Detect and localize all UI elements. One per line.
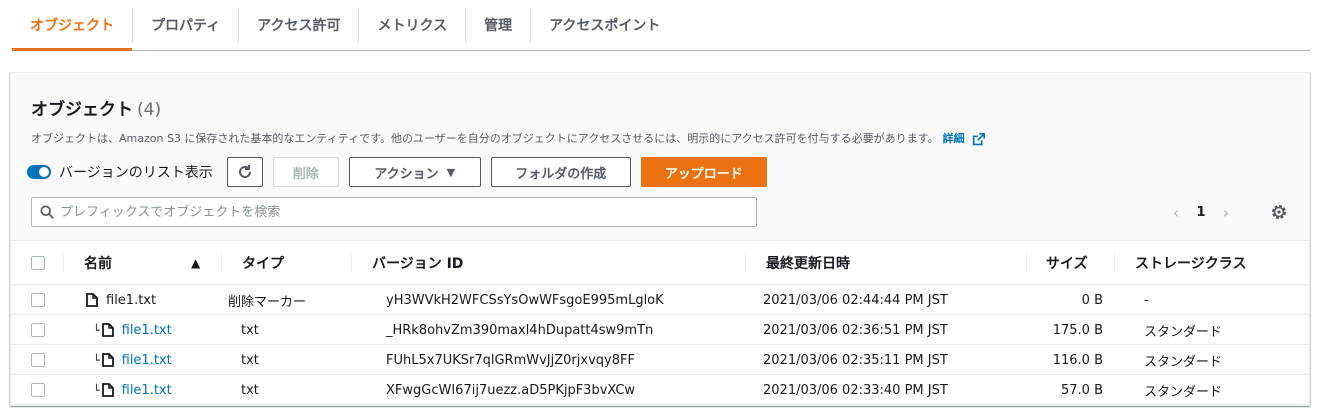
table-row: └ file1.txt txt XFwgGcWI67ij7uezz.aD5PKj… xyxy=(11,375,1309,405)
object-name: file1.txt xyxy=(106,292,157,308)
row-checkbox-cell[interactable] xyxy=(31,315,45,345)
row-checkbox[interactable] xyxy=(31,323,45,337)
file-icon xyxy=(101,383,114,397)
type-cell: 削除マーカー xyxy=(228,294,307,310)
panel-title: オブジェクト (4) xyxy=(31,95,161,120)
tab-metrics[interactable]: メトリクス xyxy=(359,0,465,50)
version-branch-icon: └ xyxy=(93,353,100,367)
size-cell: 116.0 B xyxy=(1052,352,1103,368)
column-divider xyxy=(1026,253,1027,273)
row-checkbox[interactable] xyxy=(31,293,45,307)
size-cell: 175.0 B xyxy=(1052,322,1103,338)
column-header-type[interactable]: タイプ xyxy=(242,241,284,285)
actions-button[interactable]: アクション ▼ xyxy=(348,157,481,187)
column-divider xyxy=(351,253,352,273)
column-divider xyxy=(1114,253,1115,273)
column-header-storage-class[interactable]: ストレージクラス xyxy=(1135,241,1246,285)
row-checkbox-cell[interactable] xyxy=(31,285,45,315)
row-checkbox[interactable] xyxy=(31,353,45,367)
size-cell: 57.0 B xyxy=(1061,382,1103,398)
storage-class-cell: スタンダード xyxy=(1144,324,1223,340)
caret-down-icon: ▼ xyxy=(446,165,456,179)
refresh-icon xyxy=(238,165,251,178)
object-count: (4) xyxy=(137,100,162,120)
tab-objects[interactable]: オブジェクト xyxy=(12,0,132,51)
create-folder-button[interactable]: フォルダの作成 xyxy=(490,157,631,187)
table-row: └ file1.txt txt FUhL5x7UKSr7qlGRmWvJjZ0r… xyxy=(11,345,1309,375)
tab-permissions[interactable]: アクセス許可 xyxy=(239,0,358,50)
delete-button[interactable]: 削除 xyxy=(272,157,339,187)
show-versions-toggle[interactable] xyxy=(27,165,51,179)
prev-page-icon[interactable]: ‹ xyxy=(1165,203,1187,222)
column-header-last-modified[interactable]: 最終更新日時 xyxy=(766,241,850,285)
next-page-icon[interactable]: › xyxy=(1215,203,1237,222)
last-modified-cell: 2021/03/06 02:36:51 PM JST xyxy=(763,322,948,338)
current-page[interactable]: 1 xyxy=(1187,205,1215,220)
name-cell: └ file1.txt xyxy=(93,345,172,375)
column-divider xyxy=(63,253,64,273)
row-checkbox-cell[interactable] xyxy=(31,375,45,405)
storage-class-cell: スタンダード xyxy=(1144,354,1223,370)
row-checkbox[interactable] xyxy=(31,383,45,397)
select-all-checkbox[interactable] xyxy=(31,256,45,270)
object-name-link[interactable]: file1.txt xyxy=(122,323,172,338)
tab-bar: オブジェクト プロパティ アクセス許可 メトリクス 管理 アクセスポイント xyxy=(12,0,1310,51)
version-id-cell: yH3WVkH2WFCSsYsOwWFsgoE995mLgloK xyxy=(386,292,664,308)
last-modified-cell: 2021/03/06 02:35:11 PM JST xyxy=(763,352,948,368)
panel-title-text: オブジェクト xyxy=(31,100,133,120)
sort-ascending-icon[interactable]: ▲ xyxy=(191,241,200,285)
file-icon xyxy=(86,293,98,307)
type-cell: txt xyxy=(241,322,259,338)
description-text: オブジェクトは、Amazon S3 に保存された基本的なエンティティです。他のユ… xyxy=(31,132,939,145)
column-header-size[interactable]: サイズ xyxy=(1046,241,1088,285)
table-header: 名前 ▲ タイプ バージョン ID 最終更新日時 サイズ ストレージクラス xyxy=(11,241,1309,285)
version-id-cell: FUhL5x7UKSr7qlGRmWvJjZ0rjxvqy8FF xyxy=(386,352,635,368)
column-divider xyxy=(221,253,222,273)
select-all-checkbox-cell[interactable] xyxy=(31,241,45,285)
objects-panel: オブジェクト (4) オブジェクトは、Amazon S3 に保存された基本的なエン… xyxy=(10,72,1310,406)
file-icon xyxy=(101,353,114,367)
row-checkbox-cell[interactable] xyxy=(31,345,45,375)
version-branch-icon: └ xyxy=(93,323,100,337)
name-cell: └ file1.txt xyxy=(93,315,172,345)
table-row: file1.txt 削除マーカー yH3WVkH2WFCSsYsOwWFsgoE… xyxy=(11,285,1309,315)
object-name-link[interactable]: file1.txt xyxy=(122,353,172,368)
name-cell: file1.txt xyxy=(86,285,156,315)
panel-description: オブジェクトは、Amazon S3 に保存された基本的なエンティティです。他のユ… xyxy=(31,130,986,146)
panel-header: オブジェクト (4) オブジェクトは、Amazon S3 に保存された基本的なエン… xyxy=(11,73,1309,241)
search-box xyxy=(31,197,757,227)
refresh-button[interactable] xyxy=(226,157,263,187)
size-cell: 0 B xyxy=(1081,292,1103,308)
gear-icon[interactable] xyxy=(1269,202,1289,222)
version-branch-icon: └ xyxy=(93,383,100,397)
column-divider xyxy=(745,253,746,273)
version-id-cell: _HRk8ohvZm390maxl4hDupatt4sw9mTn xyxy=(386,322,654,338)
tab-properties[interactable]: プロパティ xyxy=(133,0,238,50)
column-header-version-id[interactable]: バージョン ID xyxy=(372,241,463,285)
info-link[interactable]: 詳細 xyxy=(943,132,965,145)
object-name-link[interactable]: file1.txt xyxy=(122,383,172,398)
show-versions-label: バージョンのリスト表示 xyxy=(59,165,213,181)
tab-access-points[interactable]: アクセスポイント xyxy=(531,0,678,50)
column-header-name[interactable]: 名前 xyxy=(84,241,112,285)
pagination: ‹ 1 › xyxy=(1165,199,1237,225)
last-modified-cell: 2021/03/06 02:33:40 PM JST xyxy=(763,382,948,398)
storage-class-cell: スタンダード xyxy=(1144,384,1223,400)
file-icon xyxy=(101,323,114,337)
upload-button[interactable]: アップロード xyxy=(640,157,767,187)
tab-management[interactable]: 管理 xyxy=(466,0,530,50)
table-row: └ file1.txt txt _HRk8ohvZm390maxl4hDupat… xyxy=(11,315,1309,345)
external-link-icon[interactable] xyxy=(972,132,986,146)
type-cell: txt xyxy=(241,382,259,398)
version-id-cell: XFwgGcWI67ij7uezz.aD5PKjpF3bvXCw xyxy=(386,382,636,398)
search-icon xyxy=(40,205,54,219)
type-cell: txt xyxy=(241,352,259,368)
storage-class-cell: - xyxy=(1144,292,1149,308)
search-input[interactable] xyxy=(60,204,710,220)
actions-label: アクション xyxy=(374,166,439,182)
toolbar: バージョンのリスト表示 削除 アクション ▼ フォルダの作成 アップロード xyxy=(27,157,777,187)
last-modified-cell: 2021/03/06 02:44:44 PM JST xyxy=(763,292,948,308)
name-cell: └ file1.txt xyxy=(93,375,172,405)
